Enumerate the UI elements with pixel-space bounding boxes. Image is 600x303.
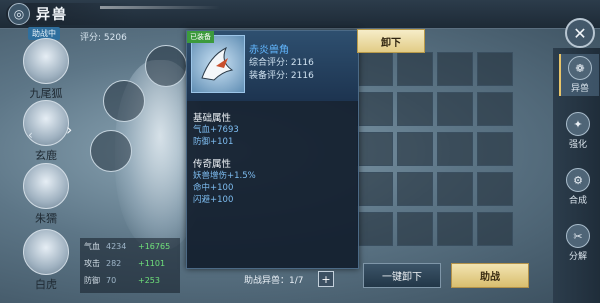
page-title: 异兽 bbox=[36, 7, 68, 23]
stat-row: 气血 4234 +16765 bbox=[80, 238, 180, 255]
collapse-arrow-icon[interactable]: ‹ bbox=[28, 128, 33, 142]
sidebar-item-label: 强化 bbox=[568, 140, 587, 150]
stat-base: 70 bbox=[106, 276, 117, 285]
inventory-slot[interactable] bbox=[437, 52, 473, 86]
base-attr: 防御+101 bbox=[193, 137, 234, 147]
stat-label: 攻击 bbox=[84, 259, 100, 268]
stats-table: 气血 4234 +16765 攻击 282 +1101 防御 70 +253 bbox=[80, 238, 180, 293]
enhance-icon: ✦ bbox=[566, 112, 590, 136]
inventory-slot[interactable] bbox=[397, 212, 433, 246]
inventory-slot[interactable] bbox=[357, 132, 393, 166]
stat-row: 攻击 282 +1101 bbox=[80, 255, 180, 272]
inventory-slot[interactable] bbox=[357, 172, 393, 206]
item-icon-frame bbox=[191, 35, 245, 93]
inventory-slot[interactable] bbox=[477, 132, 513, 166]
inventory-grid bbox=[357, 52, 547, 252]
base-attr-title: 基础属性 bbox=[193, 113, 232, 124]
legend-attr: 闪避+100 bbox=[193, 195, 234, 205]
sidebar-item-beast[interactable]: ❁ 异兽 bbox=[559, 54, 599, 96]
sidebar-item-enhance[interactable]: ✦ 强化 bbox=[559, 110, 597, 152]
inventory-slot[interactable] bbox=[437, 132, 473, 166]
beast-name: 朱獳 bbox=[35, 212, 57, 225]
title-decoration bbox=[100, 6, 220, 9]
sidebar-item-combine[interactable]: ⚙ 合成 bbox=[559, 166, 597, 208]
equip-slot-3[interactable] bbox=[90, 130, 132, 172]
beast-logo-icon: ◎ bbox=[8, 3, 30, 25]
stat-add: +16765 bbox=[138, 242, 171, 251]
stat-label: 气血 bbox=[84, 242, 100, 251]
assist-count: 助战异兽：1/7 bbox=[244, 276, 304, 286]
unload-button[interactable]: 卸下 bbox=[357, 29, 425, 53]
inventory-slot[interactable] bbox=[397, 92, 433, 126]
paw-icon: ❁ bbox=[568, 56, 592, 80]
item-name: 赤炎兽角 bbox=[249, 45, 289, 56]
inventory-slot[interactable] bbox=[357, 212, 393, 246]
inventory-slot[interactable] bbox=[397, 132, 433, 166]
stat-row: 防御 70 +253 bbox=[80, 272, 180, 289]
sidebar-item-decompose[interactable]: ✂ 分解 bbox=[559, 222, 597, 264]
stat-base: 4234 bbox=[106, 242, 127, 251]
beast-item-4[interactable]: 白虎 bbox=[22, 229, 70, 291]
inventory-slot[interactable] bbox=[357, 52, 393, 86]
equip-score: 装备评分: 2116 bbox=[249, 71, 314, 81]
inventory-slot[interactable] bbox=[477, 52, 513, 86]
inventory-slot[interactable] bbox=[477, 212, 513, 246]
stat-add: +1101 bbox=[138, 259, 166, 268]
item-tooltip: 已装备 赤炎兽角 综合评分: 2116 装备评分: 2116 基础属性 气血+7… bbox=[186, 30, 359, 269]
expand-arrow-icon[interactable]: › bbox=[66, 120, 72, 139]
legend-attr-title: 传奇属性 bbox=[193, 159, 232, 170]
stat-base: 282 bbox=[106, 259, 122, 268]
beast-score: 评分: 5206 bbox=[80, 33, 127, 43]
legend-attr: 妖兽增伤+1.5% bbox=[193, 171, 256, 181]
equip-slot-1[interactable] bbox=[103, 80, 145, 122]
right-sidebar: ❁ 异兽 ✦ 强化 ⚙ 合成 ✂ 分解 bbox=[553, 48, 600, 303]
inventory-slot[interactable] bbox=[437, 92, 473, 126]
sidebar-item-label: 分解 bbox=[568, 252, 587, 262]
sidebar-item-label: 异兽 bbox=[570, 84, 589, 94]
combine-icon: ⚙ bbox=[566, 168, 590, 192]
add-assist-button[interactable]: + bbox=[318, 271, 334, 287]
close-button[interactable]: ✕ bbox=[565, 18, 595, 48]
sidebar-item-label: 合成 bbox=[568, 196, 587, 206]
inventory-slot[interactable] bbox=[477, 92, 513, 126]
inventory-slot[interactable] bbox=[397, 172, 433, 206]
stat-label: 防御 bbox=[84, 276, 100, 285]
inventory-slot[interactable] bbox=[397, 52, 433, 86]
inventory-slot[interactable] bbox=[437, 172, 473, 206]
stat-add: +253 bbox=[138, 276, 160, 285]
equip-slot-2[interactable] bbox=[145, 45, 187, 87]
decompose-icon: ✂ bbox=[566, 224, 590, 248]
inventory-slot[interactable] bbox=[477, 172, 513, 206]
equipped-tag: 已装备 bbox=[187, 31, 214, 43]
legend-attr: 命中+100 bbox=[193, 183, 234, 193]
beast-name: 玄鹿 bbox=[35, 149, 57, 162]
unload-all-button[interactable]: 一键卸下 bbox=[363, 263, 441, 288]
beast-name: 白虎 bbox=[35, 278, 57, 291]
base-attr: 气血+7693 bbox=[193, 125, 239, 135]
beast-portrait bbox=[23, 229, 69, 275]
beast-item-3[interactable]: 朱獳 bbox=[22, 163, 70, 225]
horn-icon bbox=[201, 46, 234, 81]
composite-score: 综合评分: 2116 bbox=[249, 58, 314, 68]
beast-name: 九尾狐 bbox=[29, 87, 63, 100]
beast-item-1[interactable]: 九尾狐 bbox=[22, 38, 70, 100]
beast-portrait bbox=[23, 163, 69, 209]
inventory-slot[interactable] bbox=[437, 212, 473, 246]
assist-button[interactable]: 助战 bbox=[451, 263, 529, 288]
inventory-slot[interactable] bbox=[357, 92, 393, 126]
beast-portrait bbox=[23, 38, 69, 84]
